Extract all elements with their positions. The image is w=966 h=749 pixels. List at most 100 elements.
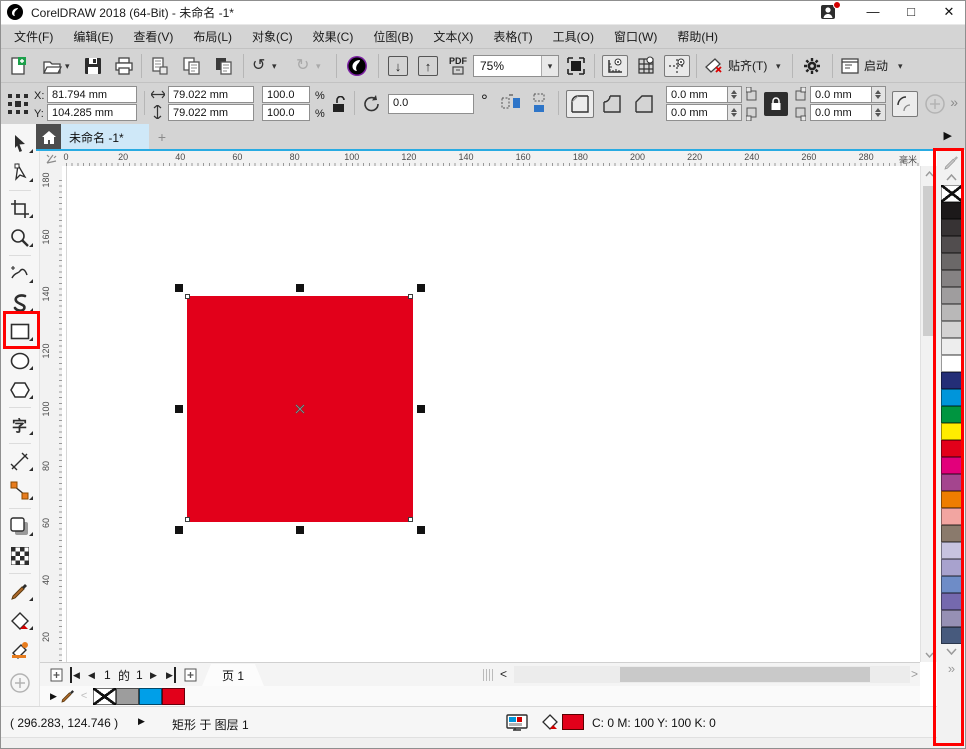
last-page-button[interactable]: ▶ [166,667,176,683]
palette-expand-button[interactable]: » [948,659,955,677]
menu-item-effects[interactable]: 效果(C) [303,25,364,48]
palette-scroll-up-button[interactable] [946,170,957,185]
undo-dropdown-arrow[interactable]: ▾ [272,56,277,76]
options-gear-button[interactable] [802,56,822,76]
relative-corner-scaling-button[interactable] [892,91,918,117]
selection-handle-top-left[interactable] [175,284,183,292]
scroll-left-arrow[interactable]: < [500,667,507,681]
lock-corners-button[interactable] [764,92,788,116]
color-swatch[interactable] [941,593,963,610]
color-swatch[interactable] [941,423,963,440]
corner-radius-tr-spinner[interactable] [872,86,886,103]
drop-shadow-tool[interactable] [3,513,37,540]
menu-item-file[interactable]: 文件(F) [4,25,63,48]
application-launcher-icon[interactable] [841,56,859,76]
color-swatch[interactable] [941,389,963,406]
scroll-right-arrow[interactable]: > [911,667,918,681]
color-swatch[interactable] [941,491,963,508]
horizontal-ruler[interactable]: 毫米 0204060801001201401601802002202402602… [62,151,920,166]
color-swatch[interactable] [941,372,963,389]
palette-eyedropper-icon[interactable] [944,150,959,170]
new-document-button[interactable] [8,56,28,76]
save-button[interactable] [84,56,102,76]
round-corner-button[interactable] [566,90,594,118]
tab-scroll-right-button[interactable]: ▶ [944,129,952,142]
redo-dropdown-arrow[interactable]: ▾ [316,56,321,76]
color-swatch[interactable] [941,406,963,423]
color-swatch[interactable] [941,576,963,593]
corner-radius-bl-field[interactable]: 0.0 mm [666,104,728,121]
no-color-swatch[interactable] [93,688,116,705]
selection-handle-bottom-left[interactable] [175,526,183,534]
scale-vertical-field[interactable]: 100.0 [262,104,310,121]
ruler-origin-button[interactable] [40,151,62,166]
selection-handle-top-center[interactable] [296,284,304,292]
zoom-dropdown-button[interactable]: ▾ [541,56,558,76]
menu-item-help[interactable]: 帮助(H) [667,25,728,48]
export-button[interactable]: ↑ [418,56,438,76]
status-flyout-arrow[interactable]: ▶ [138,716,145,727]
corner-radius-br-field[interactable]: 0.0 mm [810,104,872,121]
vertical-scrollbar[interactable] [920,166,937,662]
document-tab-active[interactable]: 未命名 -1* [61,124,149,150]
horizontal-scrollbar-thumb[interactable] [620,667,870,682]
minimize-button[interactable]: — [862,0,884,24]
horizontal-scrollbar[interactable] [514,666,910,683]
color-swatch[interactable] [941,287,963,304]
object-center-marker[interactable] [295,404,305,414]
propbar-overflow-chevron[interactable]: » [950,94,958,110]
ellipse-tool[interactable] [3,347,37,374]
corner-radius-tl-field[interactable]: 0.0 mm [666,86,728,103]
launch-menu[interactable]: 启动 [864,56,888,76]
color-swatch[interactable] [941,610,963,627]
corner-radius-tl-spinner[interactable] [728,86,742,103]
selection-handle-bottom-center[interactable] [296,526,304,534]
vertical-ruler[interactable]: 18016014012010080604020 [40,166,62,662]
menu-item-layout[interactable]: 布局(L) [183,25,242,48]
print-button[interactable] [114,56,134,76]
color-swatch[interactable] [941,627,963,644]
new-tab-button[interactable]: + [149,124,175,150]
open-button[interactable] [42,56,62,76]
launch-dropdown-arrow[interactable]: ▾ [898,56,903,76]
shape-tool[interactable] [3,159,37,186]
dimension-tool[interactable] [3,448,37,475]
fullscreen-preview-button[interactable] [566,56,586,76]
mirror-vertical-button[interactable] [528,92,550,114]
y-position-field[interactable]: 104.285 mm [47,104,137,121]
palette-scroll-down-button[interactable] [946,644,957,659]
fill-color-icon[interactable] [541,714,559,731]
menu-item-bitmaps[interactable]: 位图(B) [363,25,423,48]
drawing-canvas[interactable] [62,166,920,662]
color-swatch[interactable] [941,508,963,525]
vertical-scrollbar-thumb[interactable] [923,186,936,336]
color-swatch[interactable] [941,440,963,457]
interactive-fill-tool[interactable] [3,607,37,634]
color-swatch[interactable] [139,688,162,705]
scalloped-corner-button[interactable] [598,90,626,118]
selection-handle-middle-right[interactable] [417,405,425,413]
color-swatch[interactable] [941,304,963,321]
zoom-level-select[interactable]: 75% ▾ [473,55,559,77]
color-swatch[interactable] [941,236,963,253]
scale-horizontal-field[interactable]: 100.0 [262,86,310,103]
x-position-field[interactable]: 81.794 mm [47,86,137,103]
show-grid-toggle[interactable] [636,56,656,76]
selection-handle-middle-left[interactable] [175,405,183,413]
rotation-angle-field[interactable]: 0.0 [388,94,474,114]
close-button[interactable]: ✕ [938,0,960,24]
no-color-swatch[interactable] [941,185,963,202]
page-tab[interactable]: 页 1 [202,664,264,686]
pick-tool[interactable] [3,130,37,157]
scroll-down-arrow[interactable] [921,647,938,662]
show-rulers-toggle[interactable] [602,55,628,77]
color-eyedropper-tool[interactable] [3,578,37,605]
color-swatch[interactable] [941,253,963,270]
cut-button[interactable] [150,56,170,76]
previous-page-button[interactable]: ◀ [88,667,95,683]
color-swatch[interactable] [941,542,963,559]
scrollbar-resize-grip[interactable] [483,669,493,681]
corner-radius-br-spinner[interactable] [872,104,886,121]
color-swatch[interactable] [941,270,963,287]
corner-node-top-right[interactable] [408,294,413,299]
